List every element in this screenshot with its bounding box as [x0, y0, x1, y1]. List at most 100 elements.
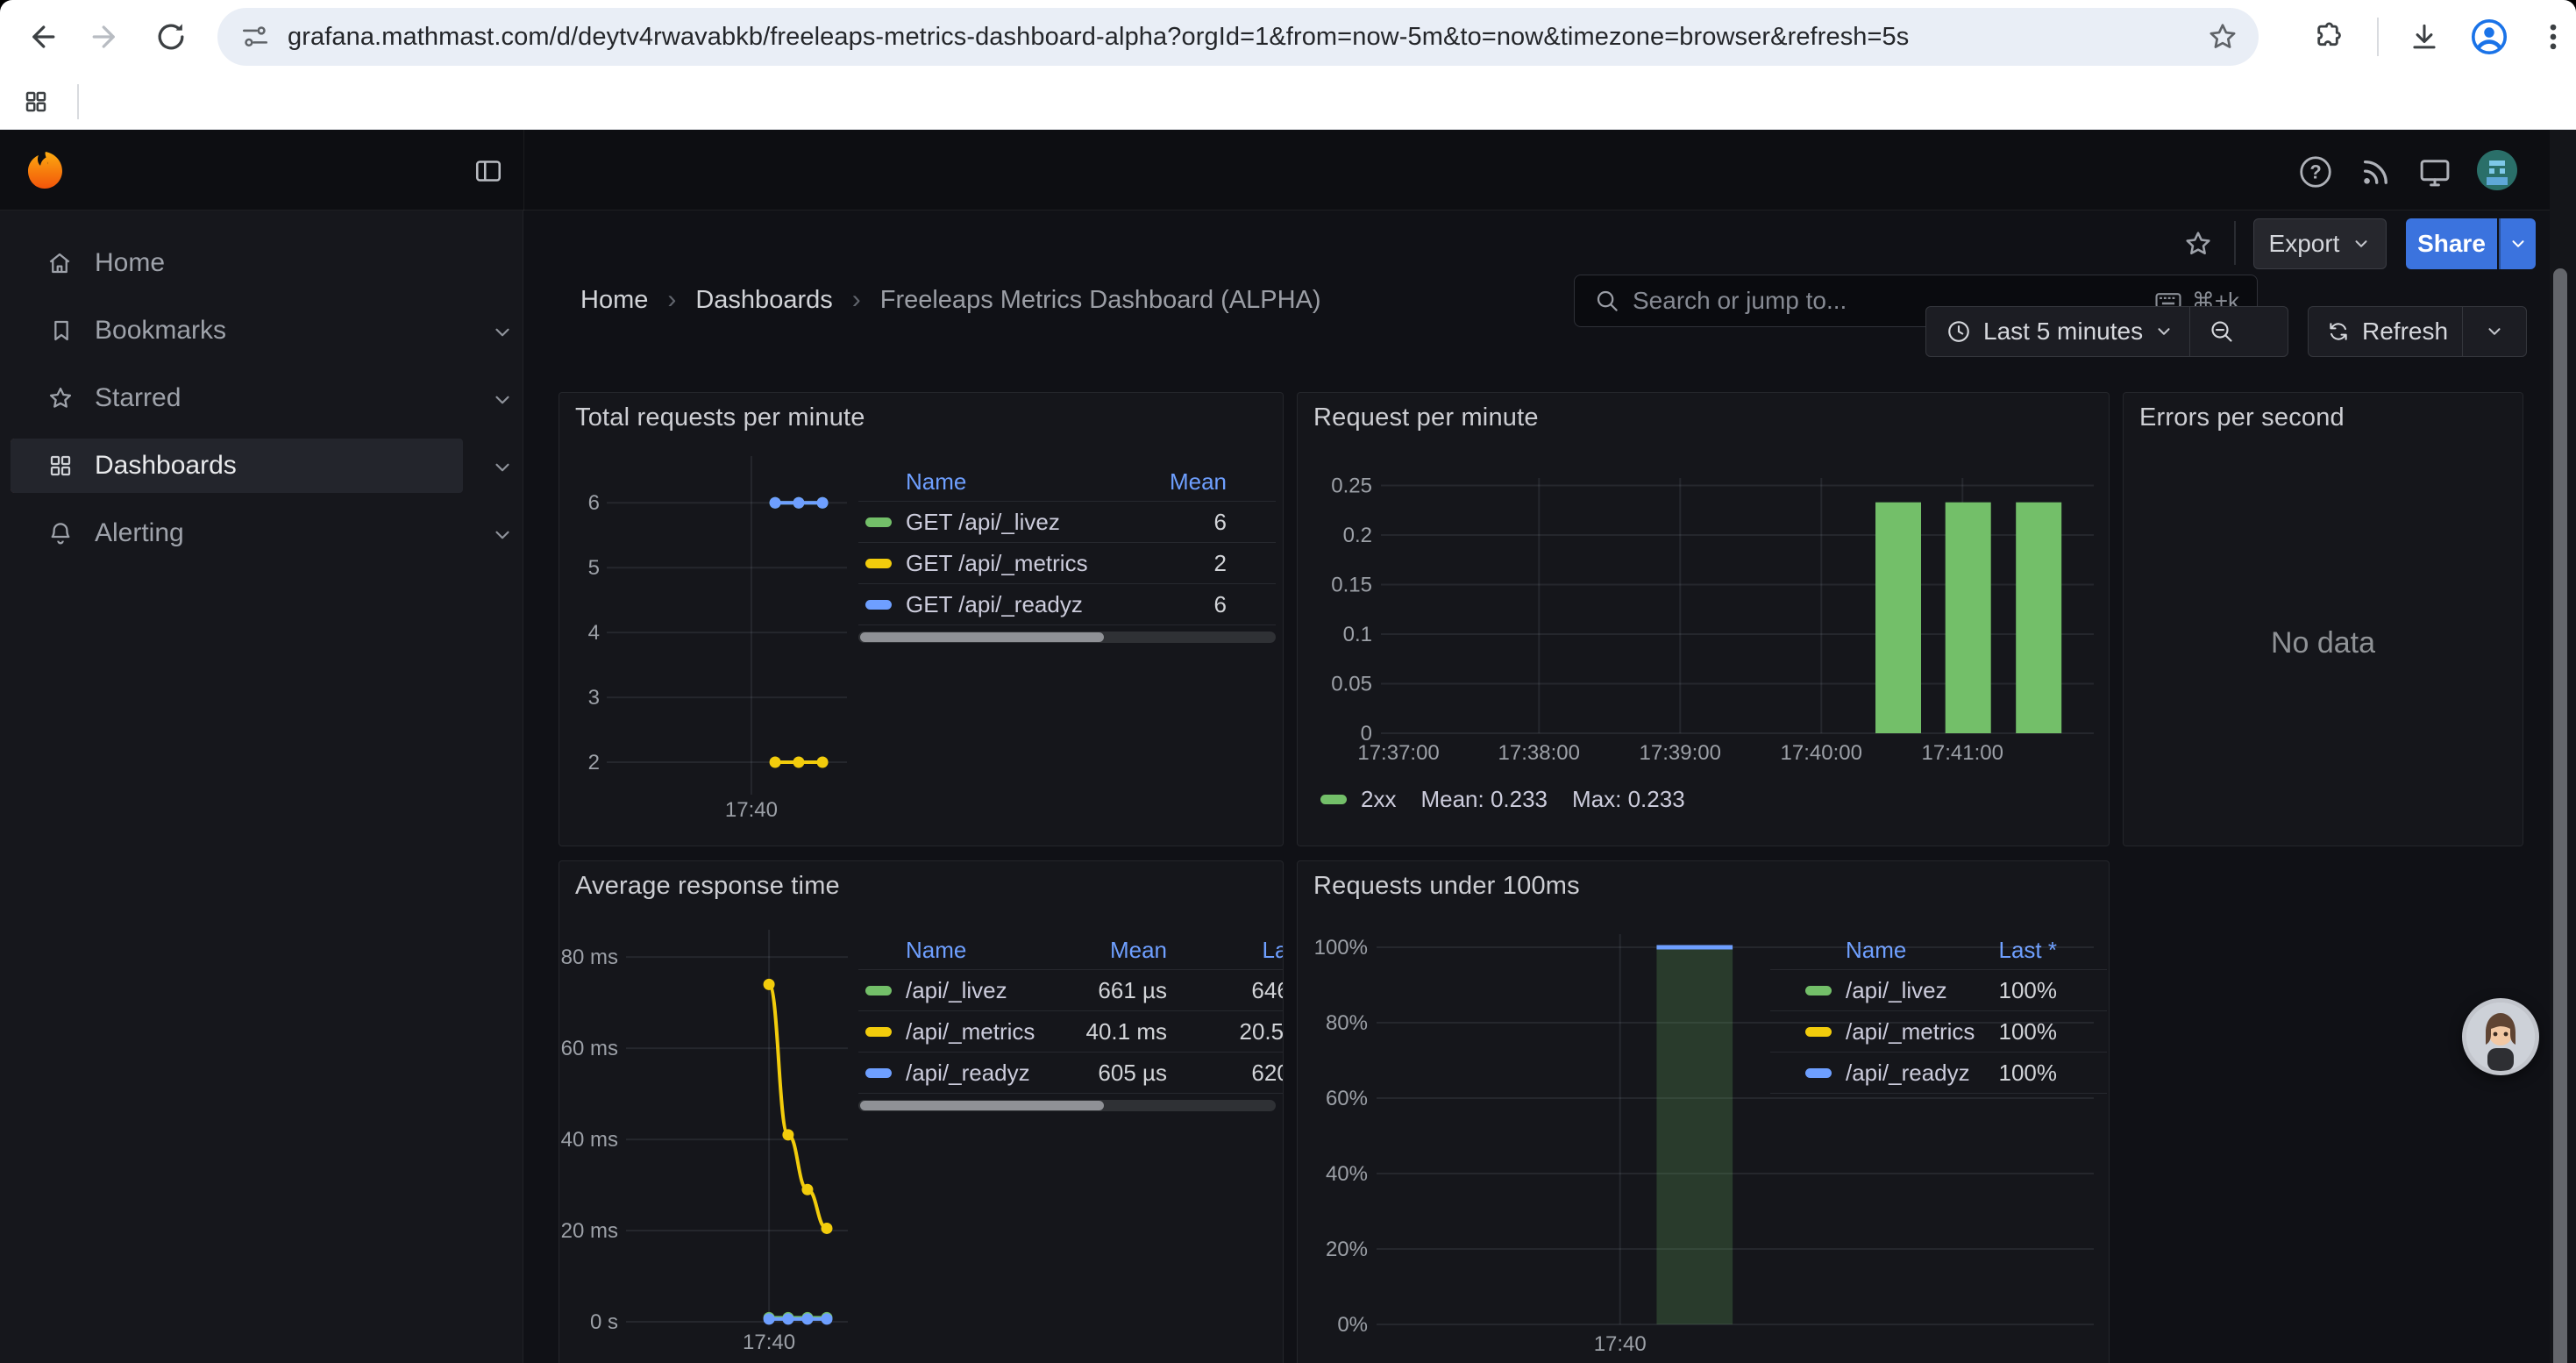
legend-row[interactable]: /api/_readyz605 µs620 µs	[858, 1053, 1284, 1094]
legend-value: 40.1 ms	[1053, 1018, 1167, 1045]
legend-line[interactable]: 2xx Mean: 0.233 Max: 0.233	[1320, 786, 1685, 813]
chevron-down-icon[interactable]	[491, 321, 514, 344]
export-button[interactable]: Export	[2253, 218, 2387, 269]
share-dropdown-button[interactable]	[2499, 218, 2536, 269]
chevron-down-icon[interactable]	[491, 456, 514, 479]
user-avatar[interactable]	[2477, 150, 2517, 190]
panel-total-requests-per-minute[interactable]: Total requests per minute NameMeanGET /a…	[559, 392, 1284, 846]
legend-scrollbar[interactable]	[858, 632, 1276, 643]
assistant-avatar[interactable]	[2462, 998, 2539, 1075]
url-text[interactable]: grafana.mathmast.com/d/deytv4rwavabkb/fr…	[288, 23, 2197, 52]
breadcrumb-separator: ›	[852, 285, 861, 315]
url-bar[interactable]: grafana.mathmast.com/d/deytv4rwavabkb/fr…	[217, 8, 2259, 66]
chevron-down-icon	[2508, 234, 2528, 253]
rss-news-icon[interactable]	[2357, 153, 2394, 190]
legend-row[interactable]: GET /api/_readyz6	[858, 584, 1276, 625]
legend-row[interactable]: GET /api/_livez6	[858, 502, 1276, 543]
forward-icon[interactable]	[87, 18, 125, 56]
sidebar-item-label: Bookmarks	[95, 303, 226, 358]
time-range-picker[interactable]: Last 5 minutes	[1926, 307, 2189, 356]
legend-table: NameMeanLast */api/_livez661 µs646 µs/ap…	[858, 931, 1284, 1111]
legend-row[interactable]: /api/_readyz100%	[1770, 1053, 2107, 1094]
panel-title[interactable]: Requests under 100ms	[1313, 872, 1580, 901]
sidebar-item-home[interactable]: Home	[11, 236, 463, 290]
screen: grafana.mathmast.com/d/deytv4rwavabkb/fr…	[0, 0, 2576, 1363]
favorite-star-icon[interactable]	[2182, 228, 2214, 260]
chevron-down-icon	[2485, 322, 2504, 341]
legend-name: GET /api/_metrics	[906, 550, 1121, 577]
series-swatch	[865, 600, 892, 610]
refresh-group: Refresh	[2308, 306, 2527, 357]
no-data-message: No data	[2124, 626, 2523, 660]
legend-scrollbar[interactable]	[858, 1100, 1276, 1111]
sidebar-item-label: Home	[95, 236, 165, 290]
legend-name: GET /api/_readyz	[906, 591, 1121, 618]
refresh-label: Refresh	[2362, 318, 2448, 346]
legend-value: Last *	[1952, 937, 2057, 964]
grafana-logo[interactable]	[25, 150, 66, 190]
back-icon[interactable]	[22, 18, 60, 56]
breadcrumb: Home › Dashboards › Freeleaps Metrics Da…	[580, 260, 1321, 340]
legend-row[interactable]: /api/_metrics100%	[1770, 1011, 2107, 1053]
dock-sidebar-icon[interactable]	[473, 155, 504, 187]
chevron-down-icon[interactable]	[491, 389, 514, 411]
legend-name: /api/_metrics	[1846, 1018, 1952, 1045]
series-swatch	[1805, 1068, 1832, 1078]
dashboards-grid-icon	[46, 452, 75, 480]
legend-scrollbar-thumb[interactable]	[860, 1101, 1104, 1110]
share-button[interactable]: Share	[2406, 218, 2497, 269]
legend-header: NameLast *	[1770, 931, 2107, 970]
zoom-out-icon	[2209, 318, 2235, 345]
browser-toolbar: grafana.mathmast.com/d/deytv4rwavabkb/fr…	[0, 0, 2576, 74]
panel-title[interactable]: Errors per second	[2139, 403, 2345, 432]
legend-row[interactable]: /api/_livez100%	[1770, 970, 2107, 1011]
panel-average-response-time[interactable]: Average response time NameMeanLast */api…	[559, 860, 1284, 1363]
site-settings-icon[interactable]	[240, 22, 270, 52]
refresh-button[interactable]: Refresh	[2309, 307, 2462, 356]
series-swatch	[1805, 1027, 1832, 1037]
monitor-icon[interactable]	[2416, 153, 2453, 190]
svg-text:?: ?	[2309, 161, 2321, 183]
panel-request-per-minute[interactable]: Request per minute 2xx Mean: 0.233 Max: …	[1297, 392, 2110, 846]
help-icon[interactable]: ?	[2297, 153, 2334, 190]
legend-value: 6	[1121, 509, 1227, 536]
sidebar-nav: Home Bookmarks Starred	[0, 211, 523, 1363]
browser-menu-icon[interactable]	[2536, 19, 2571, 54]
series-max: Max: 0.233	[1572, 786, 1685, 813]
panel-requests-under-100ms[interactable]: Requests under 100ms NameLast */api/_liv…	[1297, 860, 2110, 1363]
panel-errors-per-second[interactable]: Errors per second No data	[2123, 392, 2523, 846]
legend-scrollbar-thumb[interactable]	[860, 632, 1104, 642]
refresh-interval-dropdown[interactable]	[2463, 307, 2526, 356]
legend-value: Last *	[1167, 937, 1284, 964]
legend-value: 100%	[1952, 1018, 2057, 1045]
legend-row[interactable]: /api/_livez661 µs646 µs	[858, 970, 1284, 1011]
sidebar-item-label: Dashboards	[95, 439, 237, 493]
panel-title[interactable]: Total requests per minute	[575, 403, 865, 432]
zoom-out-button[interactable]	[2190, 307, 2253, 356]
sidebar-item-dashboards[interactable]: Dashboards	[11, 439, 463, 493]
page-scrollbar[interactable]	[2550, 130, 2576, 1363]
bookmark-star-icon[interactable]	[2206, 20, 2239, 54]
sidebar-item-alerting[interactable]: Alerting	[11, 506, 463, 560]
breadcrumb-home[interactable]: Home	[580, 286, 648, 315]
panel-title[interactable]: Average response time	[575, 872, 840, 901]
sidebar-item-label: Starred	[95, 371, 181, 425]
sidebar-item-bookmarks[interactable]: Bookmarks	[11, 303, 463, 358]
legend-name: /api/_livez	[906, 977, 1053, 1004]
legend-row[interactable]: /api/_metrics40.1 ms20.5 ms	[858, 1011, 1284, 1053]
reload-icon[interactable]	[152, 18, 190, 56]
apps-grid-icon[interactable]	[23, 89, 49, 115]
profile-icon[interactable]	[2469, 17, 2509, 57]
breadcrumb-dashboards[interactable]: Dashboards	[695, 286, 832, 315]
sidebar-item-starred[interactable]: Starred	[11, 371, 463, 425]
scrollbar-thumb[interactable]	[2553, 268, 2567, 1363]
panel-title[interactable]: Request per minute	[1313, 403, 1539, 432]
search-icon	[1594, 288, 1620, 314]
legend-value: 605 µs	[1053, 1060, 1167, 1087]
legend-row[interactable]: GET /api/_metrics2	[858, 543, 1276, 584]
chevron-down-icon[interactable]	[491, 524, 514, 546]
download-icon[interactable]	[2408, 20, 2441, 54]
star-icon	[46, 384, 75, 412]
legend-name: /api/_metrics	[906, 1018, 1053, 1045]
extensions-icon[interactable]	[2311, 20, 2345, 54]
